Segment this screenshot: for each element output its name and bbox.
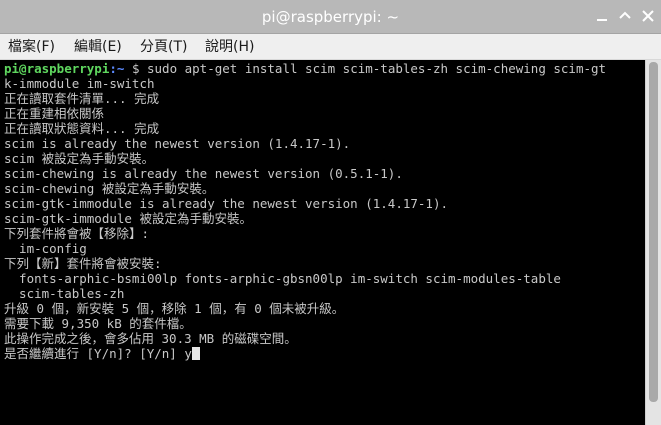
menu-tabs[interactable]: 分頁(T)	[140, 38, 187, 56]
command-text: sudo apt-get install scim scim-tables-zh…	[147, 61, 607, 76]
menu-bar: 檔案(F) 編輯(E) 分頁(T) 說明(H)	[0, 34, 661, 60]
output-line: 下列套件將會被【移除】:	[4, 226, 150, 241]
terminal-cursor	[191, 347, 200, 360]
close-icon[interactable]	[641, 9, 655, 23]
output-line: 下列【新】套件將會被安裝:	[4, 256, 162, 271]
menu-file[interactable]: 檔案(F)	[8, 38, 55, 56]
menu-help[interactable]: 說明(H)	[205, 38, 254, 56]
window-title: pi@raspberrypi: ~	[261, 8, 400, 26]
output-line: im-config	[4, 241, 87, 256]
output-line: 正在讀取套件清單... 完成	[4, 91, 160, 106]
prompt-symbol: $	[124, 61, 147, 76]
output-line: 此操作完成之後，會多佔用 30.3 MB 的磁碟空間。	[4, 331, 297, 346]
command-line-wrap: k-immodule im-switch	[4, 76, 155, 91]
maximize-icon[interactable]	[618, 9, 632, 23]
scrollbar-thumb[interactable]	[649, 62, 658, 402]
confirm-line: 是否繼續進行 [Y/n]? [Y/n] y	[4, 346, 200, 361]
menu-edit[interactable]: 編輯(E)	[74, 38, 122, 56]
output-line: 正在讀取狀態資料... 完成	[4, 121, 160, 136]
output-line: scim-chewing 被設定為手動安裝。	[4, 181, 215, 196]
prompt-user: pi@raspberrypi	[4, 61, 110, 76]
output-line: fonts-arphic-bsmi00lp fonts-arphic-gbsn0…	[4, 271, 561, 286]
vertical-scrollbar[interactable]	[645, 60, 661, 425]
output-line: 正在重建相依關係	[4, 106, 105, 121]
output-line: scim-gtk-immodule 被設定為手動安裝。	[4, 211, 252, 226]
output-line: 需要下載 9,350 kB 的套件檔。	[4, 316, 192, 331]
output-line: scim-gtk-immodule is already the newest …	[4, 196, 449, 211]
title-bar[interactable]: pi@raspberrypi: ~	[0, 0, 661, 34]
output-line: scim is already the newest version (1.4.…	[4, 136, 351, 151]
output-line: 升級 0 個，新安裝 5 個，移除 1 個，有 0 個未被升級。	[4, 301, 345, 316]
minimize-icon[interactable]	[595, 9, 609, 23]
output-line: scim-tables-zh	[4, 286, 125, 301]
confirm-prompt: 是否繼續進行 [Y/n]? [Y/n] y	[4, 346, 192, 361]
output-line: scim-chewing is already the newest versi…	[4, 166, 403, 181]
terminal-output[interactable]: pi@raspberrypi:~ $ sudo apt-get install …	[0, 60, 645, 425]
terminal-window: pi@raspberrypi: ~ 檔案(F) 編輯(E) 分頁(T) 說明(H…	[0, 0, 661, 425]
prompt-separator: :	[109, 61, 117, 76]
command-line: pi@raspberrypi:~ $ sudo apt-get install …	[4, 61, 606, 76]
output-line: scim 被設定為手動安裝。	[4, 151, 155, 166]
